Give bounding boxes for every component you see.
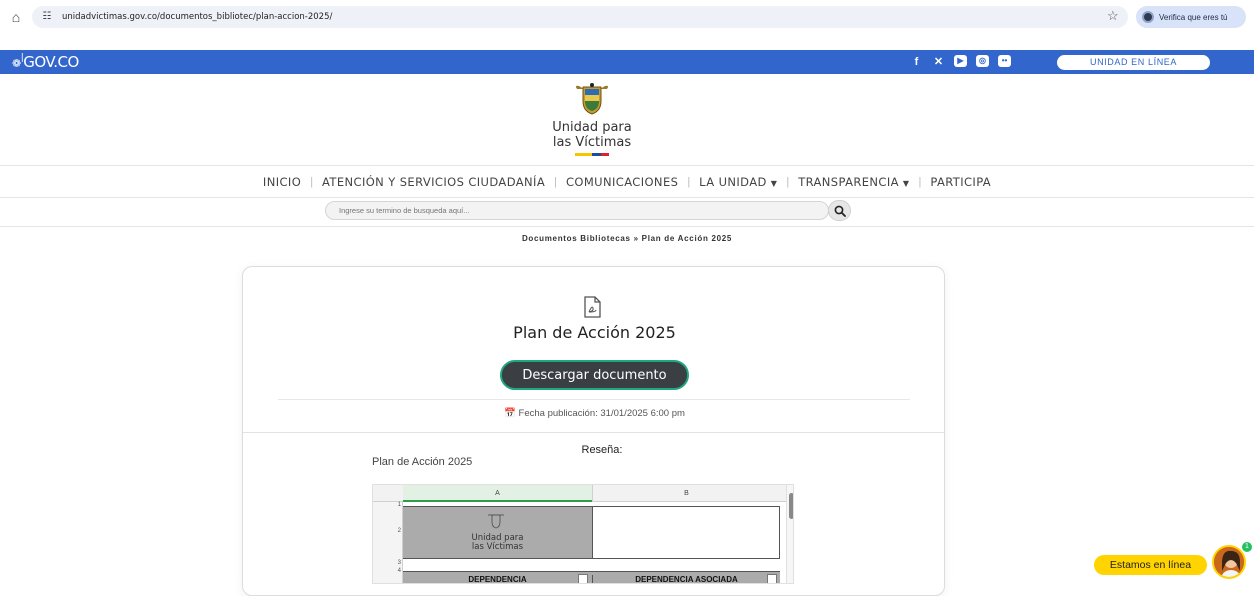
calendar-icon: 📅 [504, 408, 516, 419]
sheet-logo-text: Unidad para las Víctimas [471, 533, 524, 552]
address-bar[interactable]: ☷ unidadvictimas.gov.co/documentos_bibli… [32, 6, 1128, 28]
caret-down-icon: ▼ [770, 179, 778, 188]
url-text[interactable]: unidadvictimas.gov.co/documentos_bibliot… [62, 12, 332, 22]
column-header-row: A B [373, 485, 793, 502]
verify-button[interactable]: Verifica que eres tú [1136, 6, 1246, 28]
x-icon[interactable]: ✕ [932, 55, 945, 69]
coat-of-arms-icon[interactable] [573, 83, 611, 115]
nav-item-la-unidad[interactable]: LA UNIDAD ▼ [699, 175, 777, 189]
spreadsheet-preview[interactable]: A B 1 2 3 4 Unidad para las Víctimas DEP… [372, 484, 794, 584]
row-header-column: 1 2 3 4 [373, 502, 403, 583]
browser-toolbar: ⌂ ☷ unidadvictimas.gov.co/documentos_bib… [0, 0, 1254, 34]
column-header-a[interactable]: A [403, 485, 592, 502]
caret-down-icon: ▼ [902, 179, 910, 188]
brand-line-1: Unidad para [552, 120, 632, 135]
header-divider [0, 165, 1254, 166]
publication-date: 📅 Fecha publicación: 31/01/2025 6:00 pm [504, 408, 685, 419]
filter-dropdown-icon[interactable] [578, 574, 588, 583]
gov-co-logo-text: GOV.CO [23, 53, 79, 71]
verify-label: Verifica que eres tú [1159, 12, 1228, 22]
flickr-icon[interactable]: •• [998, 55, 1011, 67]
chat-notification-badge: 1 [1242, 542, 1252, 552]
gov-co-logo[interactable]: ❁|GOV.CO [12, 53, 79, 71]
social-links: f ✕ ▶ ◎ •• [910, 55, 1011, 69]
card-section-divider [243, 432, 944, 433]
scroll-thumb[interactable] [789, 493, 793, 519]
site-header: Unidad para las Víctimas [0, 80, 1254, 162]
instagram-icon[interactable]: ◎ [976, 55, 989, 67]
bookmark-star-icon[interactable]: ☆ [1107, 8, 1119, 24]
column-header-b[interactable]: B [592, 485, 780, 502]
resena-heading: Reseña: [581, 444, 623, 456]
header-dependencia-asociada[interactable]: DEPENDENCIA ASOCIADA [592, 575, 780, 583]
nav-item-transparencia[interactable]: TRANSPARENCIA ▼ [798, 175, 909, 189]
home-icon[interactable]: ⌂ [8, 9, 24, 25]
row-number: 2 [397, 528, 401, 534]
gov-co-bar: ❁|GOV.CO f ✕ ▶ ◎ •• UNIDAD EN LÍNEA [0, 50, 1254, 74]
chat-online-label[interactable]: Estamos en línea [1094, 555, 1207, 575]
row-number: 1 [397, 502, 401, 508]
brand-logo-text[interactable]: Unidad para las Víctimas [520, 120, 664, 150]
row-number: 4 [397, 568, 401, 574]
nav-divider [0, 197, 1254, 198]
unidad-en-linea-button[interactable]: UNIDAD EN LÍNEA [1057, 55, 1210, 70]
nav-item-participa[interactable]: PARTICIPA [930, 175, 991, 189]
search-button[interactable] [828, 200, 851, 221]
document-card: Plan de Acción 2025 Descargar documento … [242, 266, 945, 596]
card-divider [278, 399, 910, 400]
coat-of-arms-icon [488, 514, 504, 529]
nav-item-comunicaciones[interactable]: COMUNICACIONES [566, 175, 678, 189]
cell-a2-logo[interactable]: Unidad para las Víctimas [403, 506, 592, 559]
site-settings-icon[interactable]: ☷ [40, 10, 54, 24]
header-dependencia[interactable]: DEPENDENCIA [403, 575, 592, 583]
brand-line-2: las Víctimas [552, 135, 632, 150]
document-title: Plan de Acción 2025 [513, 323, 676, 342]
sheet-header-row: DEPENDENCIA DEPENDENCIA ASOCIADA [403, 571, 780, 583]
flag-stripe [575, 153, 609, 156]
breadcrumb[interactable]: Documentos Bibliotecas » Plan de Acción … [0, 234, 1254, 243]
search-bar [325, 200, 851, 221]
cell-b2[interactable] [592, 506, 780, 559]
download-document-button[interactable]: Descargar documento [500, 360, 689, 390]
sheet-scrollbar[interactable] [786, 485, 793, 583]
agent-avatar-icon [1214, 547, 1244, 577]
chat-agent-avatar[interactable] [1212, 545, 1246, 579]
search-divider [0, 226, 1254, 227]
nav-item-atencion[interactable]: ATENCIÓN Y SERVICIOS CIUDADANÍA [322, 175, 545, 189]
pdf-file-icon [584, 296, 601, 318]
youtube-icon[interactable]: ▶ [954, 55, 967, 67]
nav-item-inicio[interactable]: INICIO [263, 175, 301, 189]
resena-text: Plan de Acción 2025 [372, 456, 473, 468]
search-input[interactable] [325, 201, 829, 220]
filter-dropdown-icon[interactable] [767, 574, 777, 583]
gov-co-seal-icon: ❁ [12, 57, 21, 70]
main-navigation: INICIO | ATENCIÓN Y SERVICIOS CIUDADANÍA… [262, 175, 992, 189]
row-number: 3 [397, 560, 401, 566]
facebook-icon[interactable]: f [910, 55, 923, 69]
search-icon [834, 205, 846, 217]
profile-icon [1142, 11, 1154, 23]
